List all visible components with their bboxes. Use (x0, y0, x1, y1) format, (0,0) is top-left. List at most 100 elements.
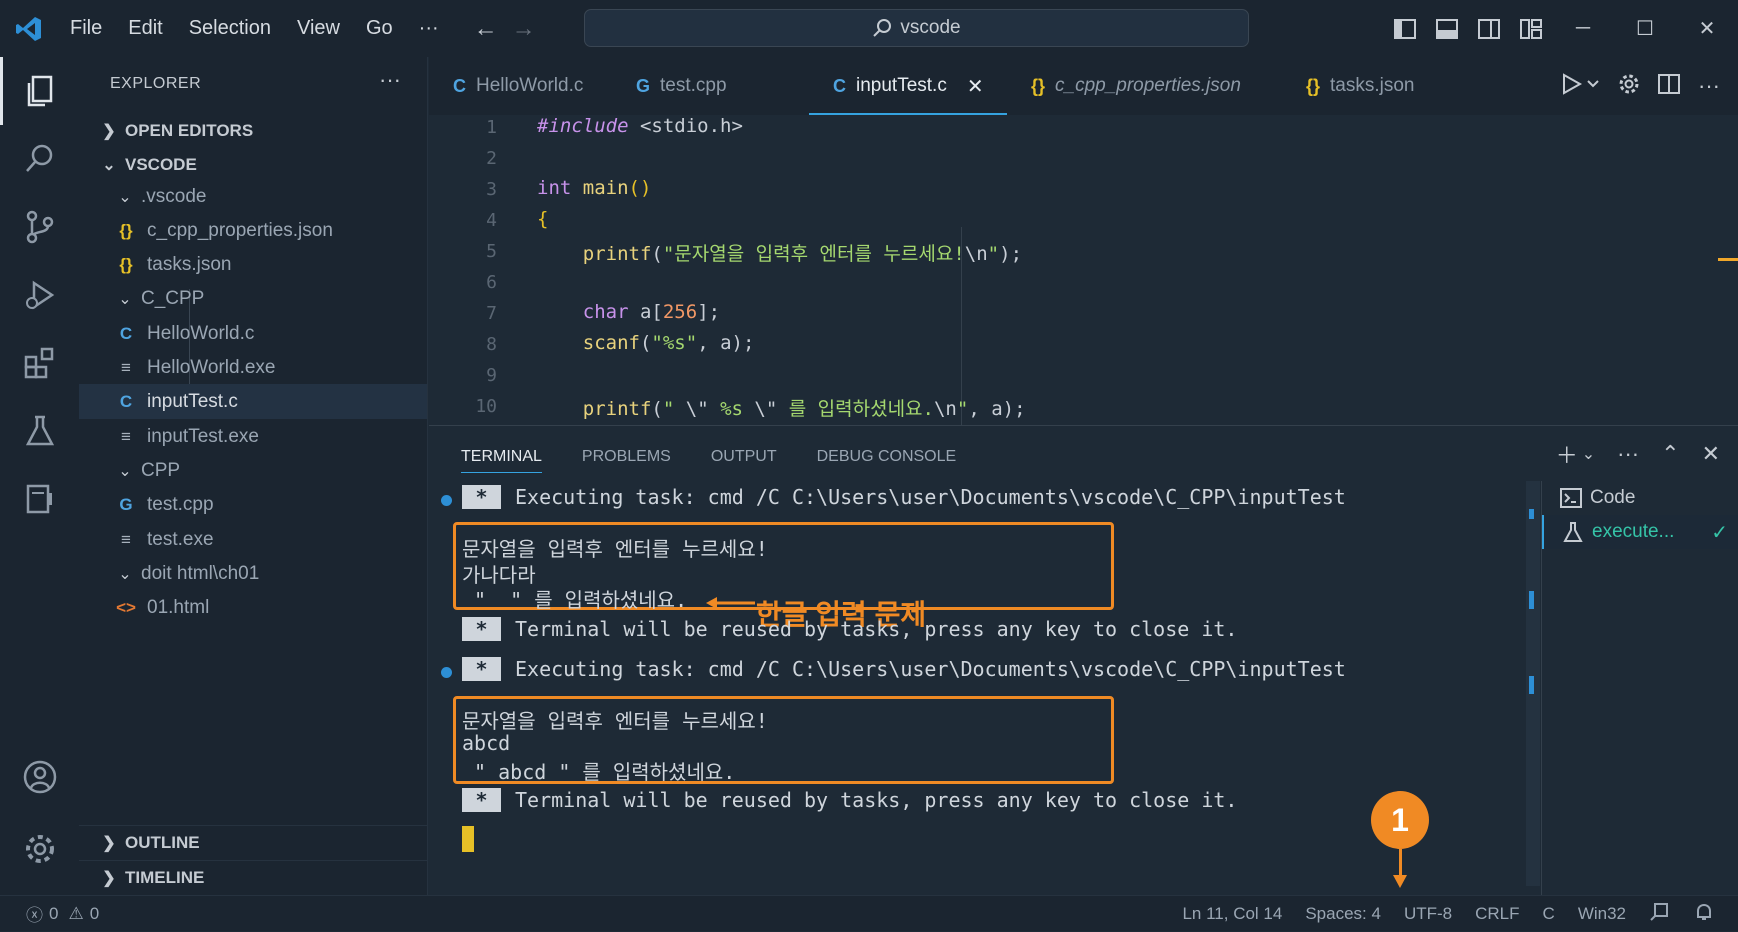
settings-gear-icon[interactable] (1618, 73, 1640, 100)
terminal-output[interactable]: * Executing task: cmd /C C:\Users\user\Do… (429, 481, 1526, 896)
new-terminal-icon[interactable]: ＋ (1556, 438, 1578, 470)
tab-debug-console[interactable]: DEBUG CONSOLE (817, 448, 957, 473)
warning-icon: ⚠ (68, 903, 84, 923)
nav-arrows: ← → (474, 15, 536, 43)
toggle-sidebar-icon[interactable] (1384, 0, 1426, 57)
tab-terminal[interactable]: TERMINAL (461, 448, 542, 473)
tree-folder-doit-html[interactable]: ⌄ doit html\ch01 (79, 556, 427, 591)
tree-file-01-html[interactable]: <> 01.html (79, 590, 427, 625)
notifications-bell-icon[interactable] (1694, 902, 1714, 927)
forward-arrow-icon[interactable]: → (512, 15, 536, 43)
tree-file-inputtest-c[interactable]: CinputTest.c (79, 384, 427, 419)
language-status[interactable]: C (1543, 904, 1555, 924)
c-file-icon: C (119, 391, 133, 411)
terminal-list: Code execute... ✓ (1541, 481, 1738, 896)
outline-section[interactable]: ❯ OUTLINE (79, 825, 427, 860)
explorer-icon[interactable] (0, 57, 79, 125)
code-line-4: { (537, 208, 549, 230)
flask-icon (1563, 522, 1583, 542)
tree-file-helloworld-exe[interactable]: ≡ HelloWorld.exe (79, 350, 427, 385)
settings-gear-icon[interactable] (0, 815, 79, 883)
terminal-icon (1560, 488, 1582, 508)
callout-line (1399, 849, 1402, 877)
code-line-1: #include <stdio.h> (537, 115, 743, 137)
tab-c-cpp-properties[interactable]: {} c_cpp_properties.json (1007, 57, 1282, 115)
more-actions-icon[interactable]: ··· (1698, 73, 1720, 99)
cursor-position[interactable]: Ln 11, Col 14 (1182, 904, 1282, 924)
feedback-icon[interactable] (1649, 902, 1671, 927)
tree-file-c-cpp-properties[interactable]: {} c_cpp_properties.json (79, 213, 427, 248)
tab-tasks-json[interactable]: {} tasks.json (1282, 57, 1452, 115)
extensions-icon[interactable] (0, 329, 79, 397)
tree-file-inputtest-exe[interactable]: ≡ inputTest.exe (79, 419, 427, 454)
close-panel-icon[interactable]: ✕ (1702, 441, 1720, 467)
tab-helloworld-c[interactable]: C HelloWorld.c (429, 57, 612, 115)
remote-explorer-icon[interactable] (0, 465, 79, 533)
run-debug-icon[interactable] (0, 261, 79, 329)
terminal-exec-line: * Executing task: cmd /C C:\Users\user\Do… (462, 485, 1346, 509)
menu-view[interactable]: View (284, 17, 353, 40)
problems-status[interactable]: ⓧ 0 ⚠ 0 (0, 901, 99, 926)
window-controls: ─ ☐ ✕ (1384, 0, 1738, 57)
accounts-icon[interactable] (0, 743, 79, 811)
menu-edit[interactable]: Edit (115, 17, 175, 40)
search-label: vscode (900, 17, 961, 38)
terminal-list-item-execute[interactable]: execute... ✓ (1542, 515, 1738, 549)
maximize-button[interactable]: ☐ (1614, 0, 1676, 57)
tab-inputtest-c[interactable]: CinputTest.c ✕ (809, 57, 1007, 115)
tree-folder-c-cpp[interactable]: ⌄ C_CPP (79, 281, 427, 316)
split-editor-icon[interactable] (1658, 73, 1681, 99)
menu-file[interactable]: File (57, 17, 115, 40)
code-editor[interactable]: 1 #include <stdio.h> 2 3 int main() 4 { … (429, 115, 1738, 425)
timeline-section[interactable]: ❯ TIMELINE (79, 860, 427, 895)
tab-output[interactable]: OUTPUT (711, 448, 777, 473)
run-debug-dropdown-icon[interactable] (1558, 72, 1600, 101)
platform-status[interactable]: Win32 (1578, 904, 1626, 924)
encoding-status[interactable]: UTF-8 (1404, 904, 1452, 924)
search-view-icon[interactable] (0, 125, 79, 193)
tab-test-cpp[interactable]: Gtest.cpp (612, 57, 809, 115)
terminal-output-line: abcd (462, 731, 511, 755)
indentation-status[interactable]: Spaces: 4 (1305, 904, 1381, 924)
json-file-icon: {} (1031, 75, 1046, 96)
line-number: 1 (486, 117, 497, 138)
explorer-more-button[interactable]: ··· (379, 67, 401, 93)
chevron-down-icon[interactable]: ⌄ (1582, 444, 1595, 464)
tab-problems[interactable]: PROBLEMS (582, 448, 671, 473)
back-arrow-icon[interactable]: ← (474, 15, 498, 43)
eol-status[interactable]: CRLF (1475, 904, 1519, 924)
source-control-icon[interactable] (0, 193, 79, 261)
editor-tabs: C HelloWorld.c Gtest.cpp CinputTest.c ✕ {}… (429, 57, 1738, 115)
tree-file-test-cpp[interactable]: Gtest.cpp (79, 487, 427, 522)
menu-go[interactable]: Go (353, 17, 406, 40)
menu-more[interactable]: ··· (406, 17, 452, 40)
tree-folder-cpp[interactable]: ⌄ CPP (79, 453, 427, 488)
tree-file-tasks-json[interactable]: {} tasks.json (79, 247, 427, 282)
chevron-right-icon: ❯ (102, 122, 116, 140)
close-window-button[interactable]: ✕ (1676, 0, 1738, 57)
toggle-secondary-sidebar-icon[interactable] (1468, 0, 1510, 57)
terminal-scrollbar[interactable] (1526, 481, 1540, 886)
code-line-8: scanf("%s", a); (582, 332, 755, 354)
tree-folder-vscode[interactable]: ⌄ .vscode (79, 179, 427, 214)
open-editors-section[interactable]: ❯ OPEN EDITORS (79, 113, 427, 148)
toggle-panel-icon[interactable] (1426, 0, 1468, 57)
close-tab-icon[interactable]: ✕ (967, 74, 984, 99)
more-actions-icon[interactable]: ··· (1617, 441, 1639, 467)
vscode-root-folder[interactable]: ⌄ VSCODE (79, 147, 427, 182)
chevron-down-icon: ⌄ (118, 188, 132, 206)
json-file-icon: {} (119, 220, 133, 240)
task-status-dot (441, 495, 452, 506)
testing-flask-icon[interactable] (0, 397, 79, 465)
maximize-panel-icon[interactable]: ⌃ (1661, 441, 1679, 467)
minimap-marker (1718, 258, 1738, 261)
check-icon: ✓ (1711, 521, 1728, 544)
html-file-icon: <> (116, 597, 136, 617)
tree-file-helloworld-c[interactable]: C HelloWorld.c (79, 316, 427, 351)
terminal-list-item-code[interactable]: Code (1542, 481, 1738, 515)
minimize-button[interactable]: ─ (1552, 0, 1614, 57)
menu-selection[interactable]: Selection (176, 17, 284, 40)
tree-file-test-exe[interactable]: ≡ test.exe (79, 522, 427, 557)
command-center-search[interactable]: vscode (584, 9, 1249, 47)
customize-layout-icon[interactable] (1510, 0, 1552, 57)
